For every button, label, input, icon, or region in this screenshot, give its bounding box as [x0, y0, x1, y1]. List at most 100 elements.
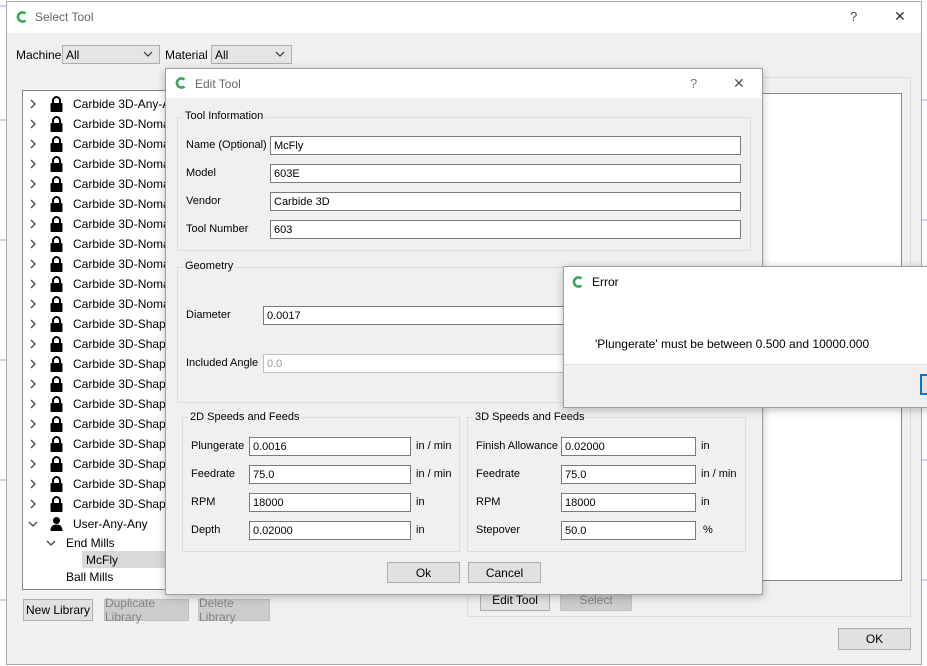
chevron-right-icon: [30, 139, 36, 149]
edit-tool-label: Edit Tool: [492, 593, 538, 607]
diameter-label: Diameter: [186, 309, 231, 321]
rpm-3d-label: RPM: [476, 496, 501, 508]
library-item-label: Carbide 3D-Nomac: [73, 117, 176, 131]
new-library-button[interactable]: New Library: [23, 599, 93, 621]
library-item-label: Carbide 3D-Nomac: [73, 197, 176, 211]
chevron-right-icon: [30, 319, 36, 329]
user-library-label: User-Any-Any: [73, 517, 148, 531]
model-label: Model: [186, 167, 216, 179]
lock-icon: [50, 196, 63, 212]
library-item-label: Carbide 3D-Nomac: [73, 237, 176, 251]
feedrate-3d-field[interactable]: 75.0: [561, 465, 696, 484]
chevron-down-icon: [143, 51, 153, 57]
error-ok-button[interactable]: [920, 374, 927, 395]
chevron-right-icon: [30, 479, 36, 489]
plungerate-label: Plungerate: [191, 440, 245, 452]
select-tool-ok-label: OK: [865, 632, 884, 646]
chevron-right-icon: [30, 439, 36, 449]
library-item-label: Carbide 3D-Nomac: [73, 257, 176, 271]
lock-icon: [50, 256, 63, 272]
library-item-label: Carbide 3D-Shapec: [73, 457, 179, 471]
material-select[interactable]: All: [211, 45, 292, 64]
depth-field[interactable]: 0.02000: [249, 521, 411, 540]
edit-tool-cancel-label: Cancel: [485, 565, 524, 580]
error-title: Error: [592, 275, 619, 289]
machine-select-value: All: [66, 47, 80, 62]
chevron-right-icon: [30, 399, 36, 409]
rpm-field[interactable]: 18000: [249, 493, 411, 512]
library-item-label: Carbide 3D-Shapec: [73, 397, 179, 411]
included-angle-field[interactable]: 0.0: [263, 354, 573, 373]
edit-tool-ok-button[interactable]: Ok: [387, 562, 460, 583]
lock-icon: [50, 456, 63, 472]
material-label: Material: [165, 48, 208, 62]
model-field[interactable]: 603E: [270, 164, 741, 183]
rpm-label: RPM: [191, 496, 216, 508]
plungerate-field[interactable]: 0.0016: [249, 437, 411, 456]
duplicate-library-button[interactable]: Duplicate Library: [104, 596, 189, 624]
chevron-down-icon: [46, 540, 56, 546]
select-tool-ok-button[interactable]: OK: [838, 628, 911, 650]
duplicate-library-label: Duplicate Library: [105, 596, 156, 624]
tool-information-title: Tool Information: [183, 110, 266, 122]
feedrate-field[interactable]: 75.0: [249, 465, 411, 484]
lock-icon: [50, 216, 63, 232]
lock-icon: [50, 156, 63, 172]
machine-select[interactable]: All: [62, 45, 160, 64]
chevron-right-icon: [30, 299, 36, 309]
rpm-3d-unit: in: [701, 496, 710, 508]
material-select-value: All: [215, 47, 229, 62]
ball-mills-row[interactable]: Ball Mills: [66, 569, 113, 585]
finish-allowance-field[interactable]: 0.02000: [561, 437, 696, 456]
select-tool-help-button[interactable]: ?: [850, 9, 857, 24]
finish-allowance-unit: in: [701, 440, 710, 452]
chevron-right-icon: [30, 359, 36, 369]
stepover-label: Stepover: [476, 524, 521, 536]
lock-icon: [50, 276, 63, 292]
lock-icon: [50, 496, 63, 512]
select-tool-title: Select Tool: [35, 10, 94, 24]
lock-icon: [50, 116, 63, 132]
chevron-right-icon: [30, 219, 36, 229]
selected-tool-row[interactable]: McFly: [82, 551, 177, 568]
end-mills-row[interactable]: End Mills: [46, 534, 115, 552]
stepover-field[interactable]: 50.0: [561, 521, 696, 540]
tool-number-label: Tool Number: [186, 223, 249, 235]
lock-icon: [50, 236, 63, 252]
select-label: Select: [579, 593, 613, 607]
stepover-unit: %: [703, 524, 713, 536]
chevron-right-icon: [30, 239, 36, 249]
lock-icon: [50, 176, 63, 192]
feedrate-unit: in / min: [416, 468, 452, 480]
finish-allowance-label: Finish Allowance: [476, 440, 558, 452]
chevron-right-icon: [30, 419, 36, 429]
edit-tool-help-button[interactable]: ?: [690, 76, 697, 91]
chevron-right-icon: [30, 339, 36, 349]
chevron-right-icon: [30, 499, 36, 509]
name-field[interactable]: McFly: [270, 136, 741, 155]
rpm-3d-field[interactable]: 18000: [561, 493, 696, 512]
library-item-label: Carbide 3D-Nomac: [73, 177, 176, 191]
edit-tool-close-button[interactable]: ✕: [733, 75, 745, 92]
library-item-label: Carbide 3D-Shapec: [73, 337, 179, 351]
speeds-3d-title: 3D Speeds and Feeds: [473, 411, 587, 423]
library-item-label: Carbide 3D-Shapec: [73, 437, 179, 451]
library-item-label: Carbide 3D-Nomac: [73, 157, 176, 171]
select-tool-close-button[interactable]: ✕: [894, 8, 906, 25]
tool-number-field[interactable]: 603: [270, 220, 741, 239]
edit-tool-cancel-button[interactable]: Cancel: [468, 562, 541, 583]
vendor-field[interactable]: Carbide 3D: [270, 192, 741, 211]
carbide-logo-icon: [572, 276, 583, 288]
chevron-right-icon: [30, 119, 36, 129]
feedrate-3d-label: Feedrate: [476, 468, 521, 480]
error-button-bar: [564, 364, 927, 407]
chevron-right-icon: [30, 199, 36, 209]
diameter-field[interactable]: 0.0017: [263, 306, 573, 325]
depth-unit: in: [416, 524, 425, 536]
delete-library-label: Delete Library: [199, 596, 236, 624]
delete-library-button[interactable]: Delete Library: [198, 596, 270, 624]
chevron-right-icon: [30, 279, 36, 289]
lock-icon: [50, 356, 63, 372]
lock-icon: [50, 436, 63, 452]
selected-tool-label: McFly: [86, 552, 118, 567]
